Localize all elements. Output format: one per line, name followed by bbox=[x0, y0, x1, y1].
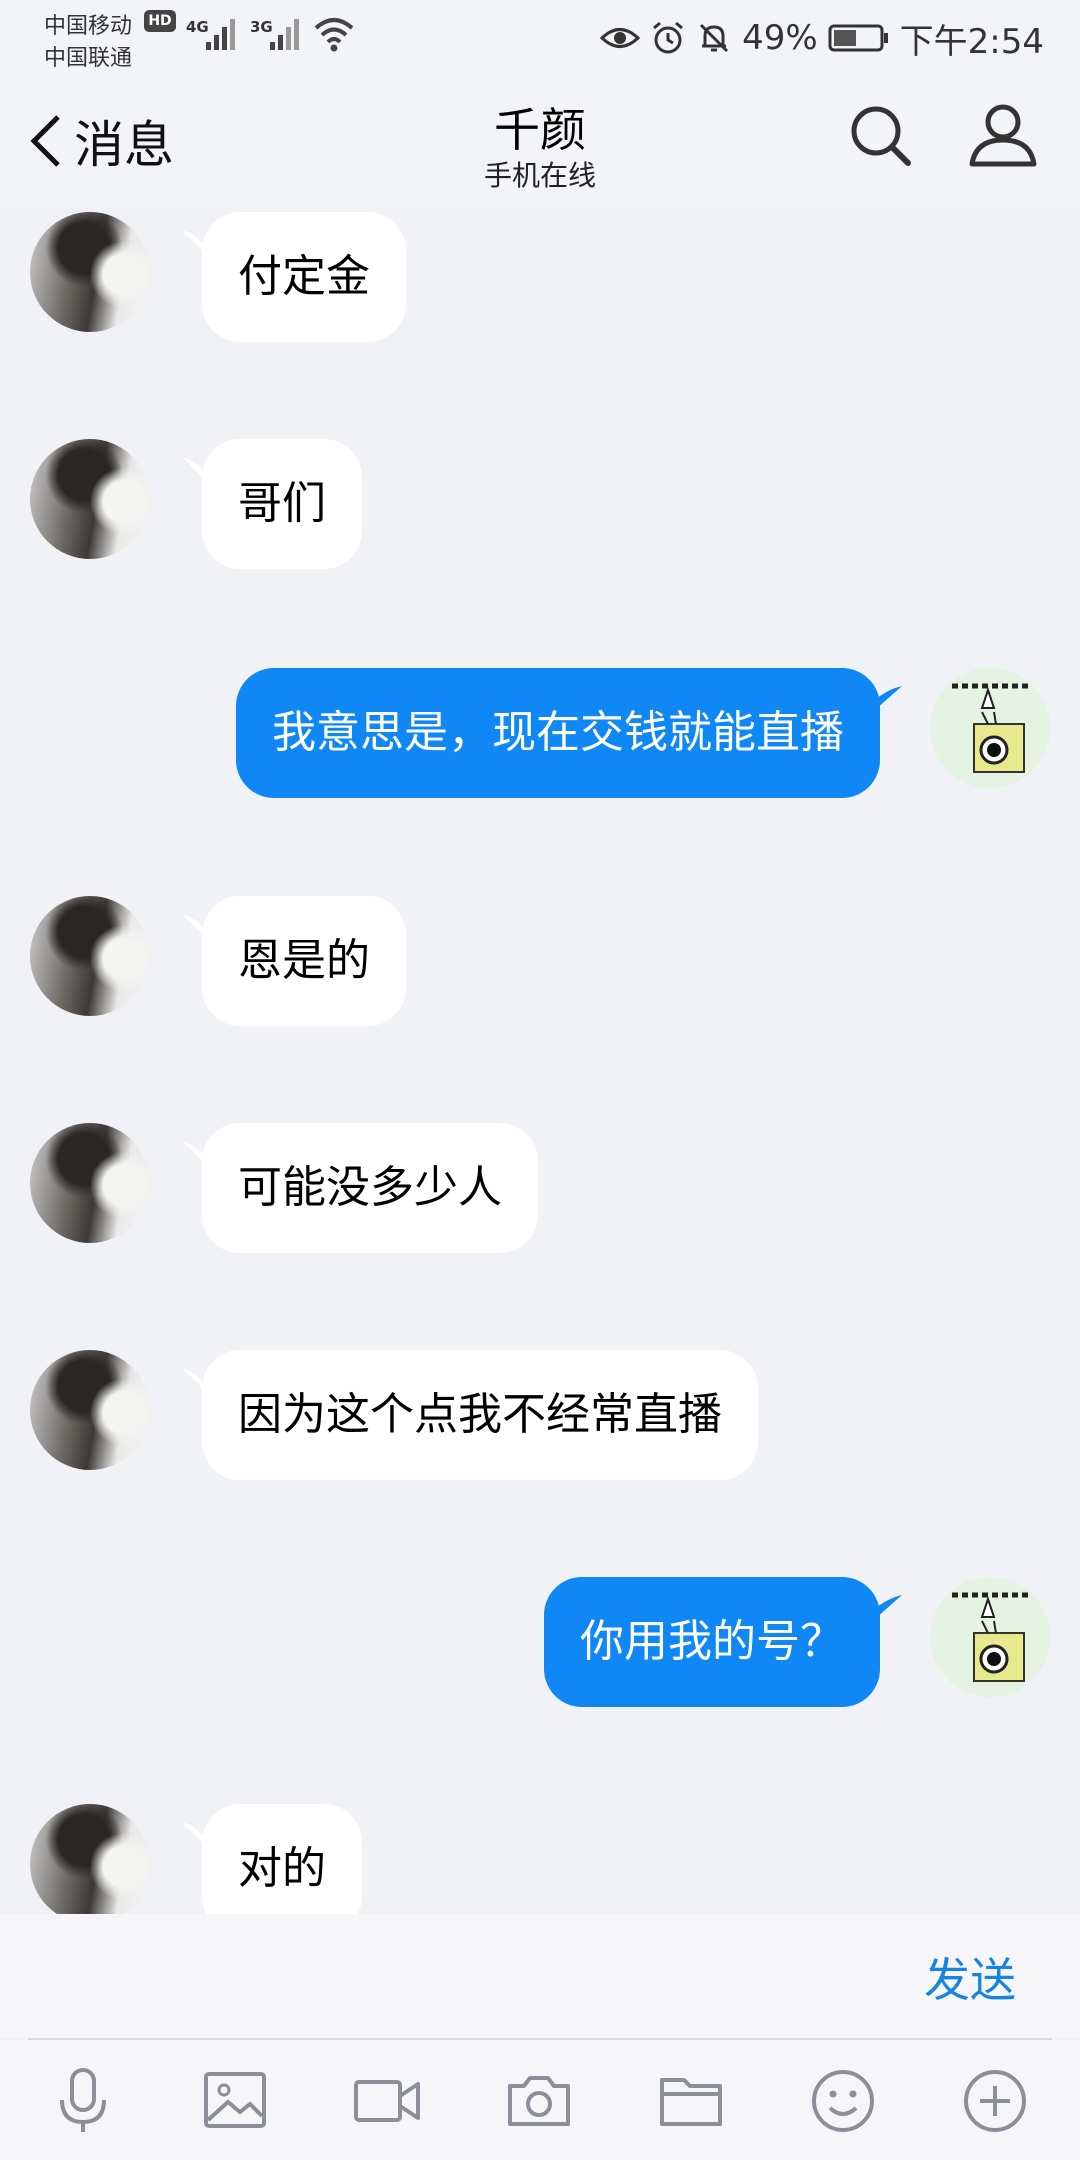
message-incoming: 哥们 bbox=[0, 439, 1080, 571]
chat-header: 消息 千颜 手机在线 bbox=[0, 76, 1080, 206]
battery-icon bbox=[828, 24, 888, 52]
avatar-illustration bbox=[930, 668, 1050, 788]
message-incoming: 付定金 bbox=[0, 212, 1080, 344]
message-incoming: 恩是的 bbox=[0, 896, 1080, 1028]
avatar[interactable] bbox=[30, 1123, 150, 1243]
alarm-icon bbox=[653, 21, 684, 54]
emoji-icon[interactable] bbox=[808, 2066, 878, 2136]
status-bar: 中国移动 中国联通 HD 4G 3G 49% 下午2:54 bbox=[0, 0, 1080, 76]
bubble-tail bbox=[868, 686, 902, 716]
message-bubble[interactable]: 因为这个点我不经常直播 bbox=[202, 1350, 758, 1480]
mute-bell-icon bbox=[700, 23, 729, 53]
chat-list[interactable]: 付定金 哥们 我意思是，现在交钱就能直播 恩是的 可能没多少人 因为这个点我不经… bbox=[0, 206, 1080, 1914]
avatar-illustration bbox=[930, 1577, 1050, 1697]
eye-icon bbox=[600, 28, 641, 48]
avatar[interactable] bbox=[30, 1350, 150, 1470]
message-bubble[interactable]: 可能没多少人 bbox=[202, 1123, 538, 1253]
avatar[interactable] bbox=[30, 1804, 150, 1914]
hd-badge: HD bbox=[144, 10, 176, 32]
plus-icon[interactable] bbox=[960, 2066, 1030, 2136]
send-button[interactable]: 发送 bbox=[924, 1944, 1016, 2010]
clock: 下午2:54 bbox=[899, 21, 1044, 62]
contact-status: 手机在线 bbox=[483, 159, 596, 192]
camera-icon[interactable] bbox=[504, 2066, 574, 2136]
message-outgoing: 你用我的号？ bbox=[0, 1577, 1080, 1709]
profile-icon[interactable] bbox=[966, 98, 1040, 172]
search-icon[interactable] bbox=[846, 101, 916, 171]
signal-icon bbox=[206, 19, 235, 50]
avatar[interactable] bbox=[30, 439, 150, 559]
message-input[interactable] bbox=[28, 1924, 888, 2028]
message-bubble[interactable]: 我意思是，现在交钱就能直播 bbox=[236, 668, 880, 798]
battery-percent: 49% bbox=[742, 18, 818, 58]
contact-name: 千颜 bbox=[494, 103, 586, 157]
avatar[interactable] bbox=[30, 212, 150, 332]
message-bubble[interactable]: 哥们 bbox=[202, 439, 362, 569]
message-outgoing: 我意思是，现在交钱就能直播 bbox=[0, 668, 1080, 800]
avatar[interactable] bbox=[30, 896, 150, 1016]
carrier-secondary: 中国联通 bbox=[44, 46, 133, 71]
wifi-icon bbox=[314, 18, 354, 52]
image-icon[interactable] bbox=[200, 2066, 270, 2136]
message-bubble[interactable]: 对的 bbox=[202, 1804, 362, 1914]
message-bubble[interactable]: 你用我的号？ bbox=[544, 1577, 880, 1707]
message-bubble[interactable]: 恩是的 bbox=[202, 896, 406, 1026]
message-bubble[interactable]: 付定金 bbox=[202, 212, 406, 342]
message-incoming: 因为这个点我不经常直播 bbox=[0, 1350, 1080, 1482]
input-toolbar bbox=[0, 2040, 1080, 2160]
status-right-group: 49% 下午2:54 bbox=[600, 14, 1044, 62]
carrier-primary: 中国移动 bbox=[44, 14, 133, 39]
avatar-self[interactable] bbox=[930, 1577, 1050, 1697]
microphone-icon[interactable] bbox=[48, 2066, 118, 2136]
signal-icon bbox=[270, 19, 299, 50]
video-icon[interactable] bbox=[352, 2066, 422, 2136]
message-compose-bar: 发送 bbox=[0, 1914, 1080, 2038]
folder-icon[interactable] bbox=[656, 2066, 726, 2136]
bubble-tail bbox=[868, 1595, 902, 1625]
avatar-self[interactable] bbox=[930, 668, 1050, 788]
message-incoming: 可能没多少人 bbox=[0, 1123, 1080, 1255]
message-incoming: 对的 bbox=[0, 1804, 1080, 1914]
